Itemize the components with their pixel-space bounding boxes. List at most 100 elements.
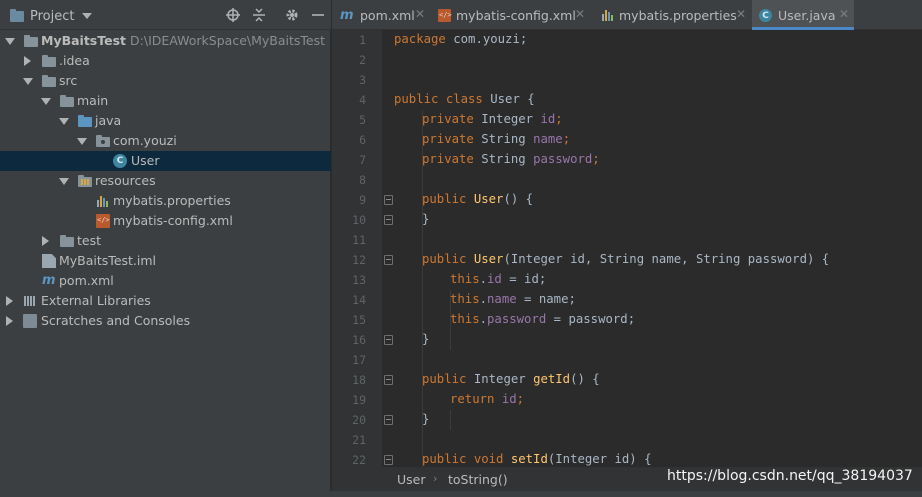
close-icon[interactable]: ✕ <box>736 7 746 21</box>
iml-file-icon <box>42 254 56 268</box>
keyword: this <box>450 272 480 286</box>
tree-item-package[interactable]: com.youzi <box>0 131 331 151</box>
line-number: 8 <box>359 173 366 187</box>
collapsed-arrow-icon[interactable] <box>42 236 49 246</box>
root-path: D:\IDEAWorkSpace\MyBaitsTest <box>130 33 326 48</box>
collapse-all-button[interactable] <box>250 6 268 24</box>
fold-marker-icon[interactable] <box>384 195 393 205</box>
expand-arrow-icon[interactable] <box>77 138 87 145</box>
tree-item-src[interactable]: src <box>0 71 331 91</box>
hide-panel-button[interactable] <box>309 6 327 24</box>
keyword: public class <box>394 92 483 106</box>
properties-label: mybatis.properties <box>113 193 231 208</box>
tree-item-test[interactable]: test <box>0 231 331 251</box>
line-number: 12 <box>352 253 366 267</box>
code-punct: ; <box>592 152 600 166</box>
line-number: 10 <box>352 213 366 227</box>
idea-label: .idea <box>59 53 90 68</box>
tree-item-iml[interactable]: MyBaitsTest.iml <box>0 251 331 271</box>
tree-item-idea[interactable]: .idea <box>0 51 331 71</box>
line-number-gutter[interactable]: 1 2 3 4 5 6 7 8 9 10 11 12 13 14 15 16 1… <box>332 30 382 467</box>
code-line-20: } <box>422 412 429 432</box>
code-line-14: this.name = name; <box>450 292 576 312</box>
tree-item-user[interactable]: C User <box>0 151 331 171</box>
module-folder-icon <box>24 34 38 48</box>
folder-icon <box>60 234 74 248</box>
chevron-down-icon <box>82 13 93 19</box>
keyword: return <box>450 392 495 406</box>
keyword: public <box>422 372 467 386</box>
tab-pom-xml[interactable]: m pom.xml ✕ <box>332 0 428 30</box>
fold-marker-icon[interactable] <box>384 255 393 265</box>
expand-arrow-icon[interactable] <box>5 38 15 45</box>
tab-label: mybatis.properties <box>619 8 737 23</box>
java-label: java <box>95 113 122 128</box>
tree-item-pom[interactable]: m pom.xml <box>0 271 331 291</box>
breadcrumb-class[interactable]: User <box>397 472 426 487</box>
expand-arrow-icon[interactable] <box>59 178 69 185</box>
line-number: 14 <box>352 293 366 307</box>
expand-arrow-icon[interactable] <box>23 78 33 85</box>
user-label: User <box>131 153 160 168</box>
code-line-15: this.password = password; <box>450 312 635 332</box>
method-name: User <box>466 192 504 206</box>
project-view-selector[interactable]: Project <box>10 6 93 26</box>
tree-item-properties[interactable]: mybatis.properties <box>0 191 331 211</box>
tab-mybatis-properties[interactable]: mybatis.properties ✕ <box>596 0 752 30</box>
tree-item-main[interactable]: main <box>0 91 331 111</box>
status-strip <box>0 491 922 497</box>
code-line-16: } <box>422 332 429 352</box>
settings-button[interactable] <box>283 6 301 24</box>
library-icon <box>23 294 37 308</box>
code-text: () { <box>503 192 534 206</box>
code-line-10: } <box>422 212 429 232</box>
tree-item-external-libraries[interactable]: External Libraries <box>0 291 331 311</box>
fold-marker-icon[interactable] <box>384 215 393 225</box>
keyword: package <box>394 32 446 46</box>
fold-marker-icon[interactable] <box>384 415 393 425</box>
collapsed-arrow-icon[interactable] <box>24 56 31 66</box>
close-icon[interactable]: ✕ <box>839 7 849 21</box>
code-text: String <box>473 152 534 166</box>
collapsed-arrow-icon[interactable] <box>6 316 13 326</box>
code-text: (Integer id) { <box>547 452 652 466</box>
expand-arrow-icon[interactable] <box>59 118 69 125</box>
fold-marker-icon[interactable] <box>384 335 393 345</box>
tab-user-java[interactable]: C User.java ✕ <box>752 0 854 30</box>
code-text: = id; <box>501 272 547 286</box>
line-number: 22 <box>352 453 366 467</box>
method-name: setId <box>503 452 548 466</box>
tab-mybatis-config-xml[interactable]: mybatis-config.xml ✕ <box>428 0 588 30</box>
properties-file-icon <box>96 194 110 208</box>
code-line-22: public void setId(Integer id) { <box>422 452 652 467</box>
close-icon[interactable]: ✕ <box>575 7 585 21</box>
gear-icon <box>286 9 298 21</box>
pom-label: pom.xml <box>59 273 114 288</box>
tree-item-config[interactable]: mybatis-config.xml <box>0 211 331 231</box>
line-number: 4 <box>359 93 366 107</box>
tree-item-java[interactable]: java <box>0 111 331 131</box>
line-number: 19 <box>352 393 366 407</box>
collapsed-arrow-icon[interactable] <box>6 296 13 306</box>
fold-marker-icon[interactable] <box>384 375 393 385</box>
code-area[interactable]: package com.youzi; public class User { p… <box>394 30 922 467</box>
editor-tab-bar: m pom.xml ✕ mybatis-config.xml ✕ mybatis… <box>332 0 922 30</box>
tree-item-scratches[interactable]: Scratches and Consoles <box>0 311 331 331</box>
root-label: MyBaitsTest D:\IDEAWorkSpace\MyBaitsTest <box>41 33 325 48</box>
package-icon <box>96 134 110 148</box>
code-line-12: public User(Integer id, String name, Str… <box>422 252 829 272</box>
close-icon[interactable]: ✕ <box>415 7 425 21</box>
expand-arrow-icon[interactable] <box>41 98 51 105</box>
project-panel: Project MyBaitsTest D:\IDEAWorkSpace\MyB… <box>0 0 331 497</box>
tree-item-resources[interactable]: resources <box>0 171 331 191</box>
locate-file-button[interactable] <box>224 6 242 24</box>
tree-item-root[interactable]: MyBaitsTest D:\IDEAWorkSpace\MyBaitsTest <box>0 31 331 51</box>
folder-icon <box>42 74 56 88</box>
line-number: 1 <box>359 33 366 47</box>
breadcrumb-method[interactable]: toString() <box>448 472 508 487</box>
code-text: } <box>422 332 430 346</box>
code-text: User { <box>482 92 535 106</box>
fold-marker-icon[interactable] <box>384 455 393 465</box>
tab-label: mybatis-config.xml <box>456 8 576 23</box>
code-editor: m pom.xml ✕ mybatis-config.xml ✕ mybatis… <box>332 0 922 497</box>
